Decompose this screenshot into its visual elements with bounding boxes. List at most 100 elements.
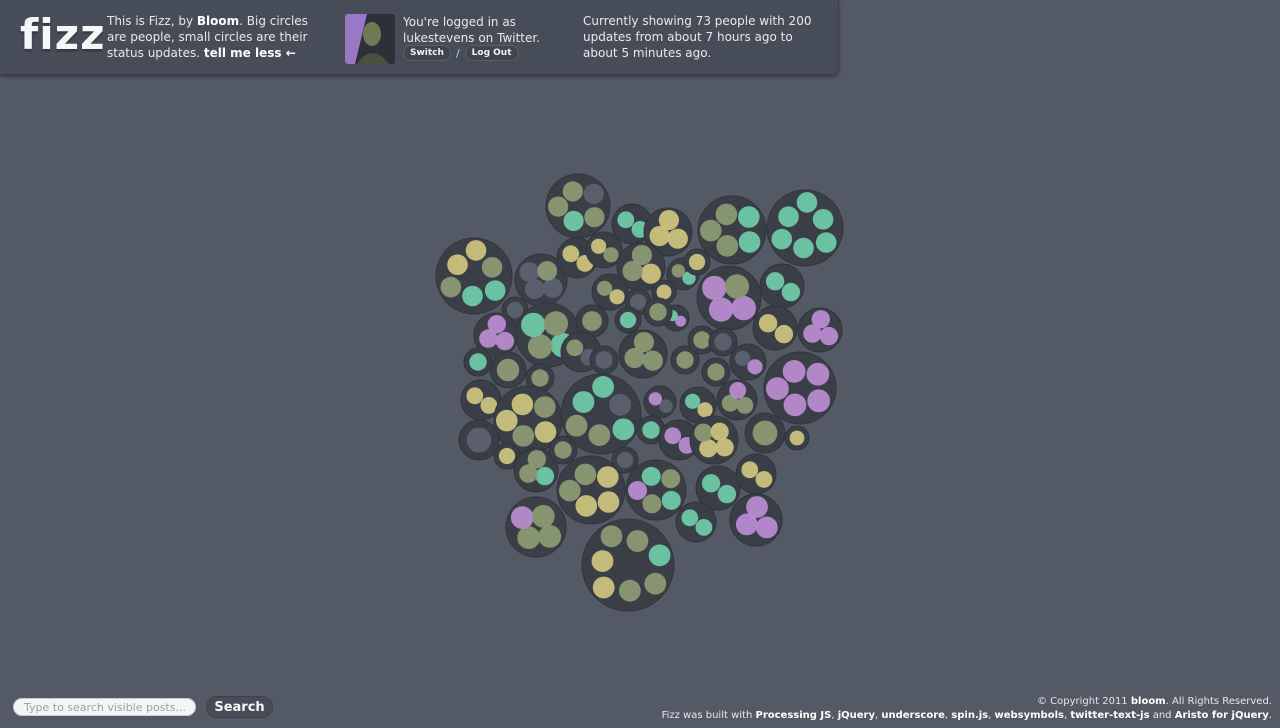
- status-update-circle[interactable]: [447, 254, 468, 275]
- status-update-circle[interactable]: [688, 253, 706, 271]
- status-update-circle[interactable]: [511, 393, 534, 416]
- person-circle[interactable]: [505, 496, 567, 558]
- status-update-circle[interactable]: [612, 418, 635, 441]
- status-update-circle[interactable]: [758, 314, 778, 333]
- status-update-circle[interactable]: [543, 311, 569, 336]
- status-update-circle[interactable]: [811, 310, 830, 329]
- copyright-brand-link[interactable]: bloom: [1131, 696, 1166, 707]
- status-update-circle[interactable]: [738, 206, 760, 228]
- status-update-circle[interactable]: [531, 504, 555, 528]
- status-update-circle[interactable]: [752, 420, 778, 446]
- status-update-circle[interactable]: [685, 393, 701, 409]
- status-update-circle[interactable]: [715, 438, 734, 457]
- status-update-circle[interactable]: [707, 363, 725, 381]
- status-update-circle[interactable]: [676, 351, 694, 369]
- status-update-circle[interactable]: [695, 519, 713, 536]
- status-update-circle[interactable]: [591, 238, 607, 254]
- status-update-circle[interactable]: [741, 461, 759, 479]
- status-update-circle[interactable]: [656, 284, 672, 300]
- status-update-circle[interactable]: [807, 389, 831, 413]
- status-update-circle[interactable]: [498, 447, 516, 465]
- status-update-circle[interactable]: [510, 506, 534, 529]
- status-update-circle[interactable]: [642, 421, 660, 439]
- status-update-circle[interactable]: [681, 509, 699, 527]
- status-update-circle[interactable]: [542, 278, 563, 298]
- status-update-circle[interactable]: [661, 469, 681, 489]
- status-update-circle[interactable]: [597, 280, 613, 296]
- status-update-circle[interactable]: [527, 334, 553, 359]
- status-update-circle[interactable]: [548, 196, 569, 217]
- status-update-circle[interactable]: [487, 315, 506, 334]
- status-update-circle[interactable]: [747, 359, 763, 375]
- status-update-circle[interactable]: [575, 495, 598, 517]
- status-update-circle[interactable]: [771, 228, 793, 250]
- status-update-circle[interactable]: [694, 423, 713, 442]
- status-update-circle[interactable]: [582, 311, 602, 331]
- status-update-circle[interactable]: [708, 297, 734, 322]
- lib-link[interactable]: Aristo for jQuery: [1175, 710, 1269, 721]
- status-update-circle[interactable]: [648, 544, 671, 567]
- status-update-circle[interactable]: [699, 439, 718, 458]
- status-update-circle[interactable]: [617, 211, 635, 229]
- lib-link[interactable]: twitter-text-js: [1070, 710, 1149, 721]
- status-update-circle[interactable]: [591, 550, 614, 572]
- status-update-circle[interactable]: [554, 441, 572, 459]
- status-update-circle[interactable]: [534, 396, 556, 418]
- status-update-circle[interactable]: [440, 276, 462, 298]
- status-update-circle[interactable]: [521, 312, 546, 338]
- status-update-circle[interactable]: [746, 496, 768, 518]
- status-update-circle[interactable]: [649, 303, 667, 321]
- lib-link[interactable]: Processing JS: [755, 710, 831, 721]
- status-update-circle[interactable]: [583, 183, 604, 204]
- status-update-circle[interactable]: [640, 263, 661, 284]
- status-update-circle[interactable]: [667, 228, 688, 249]
- status-update-circle[interactable]: [628, 481, 647, 500]
- status-update-circle[interactable]: [697, 402, 713, 418]
- status-update-circle[interactable]: [574, 463, 597, 486]
- status-update-circle[interactable]: [701, 474, 721, 493]
- status-update-circle[interactable]: [496, 358, 520, 382]
- status-update-circle[interactable]: [729, 382, 747, 399]
- status-update-circle[interactable]: [531, 369, 549, 387]
- status-update-circle[interactable]: [664, 427, 682, 445]
- status-update-circle[interactable]: [559, 479, 581, 502]
- status-update-circle[interactable]: [731, 295, 756, 321]
- status-update-circle[interactable]: [609, 289, 625, 305]
- status-update-circle[interactable]: [563, 210, 584, 231]
- status-update-circle[interactable]: [755, 516, 778, 539]
- status-update-circle[interactable]: [815, 232, 837, 253]
- status-update-circle[interactable]: [693, 331, 711, 349]
- search-button[interactable]: Search: [206, 696, 273, 718]
- status-update-circle[interactable]: [469, 353, 487, 371]
- status-update-circle[interactable]: [702, 275, 727, 301]
- status-update-circle[interactable]: [538, 525, 562, 548]
- status-update-circle[interactable]: [603, 247, 619, 263]
- status-update-circle[interactable]: [715, 203, 738, 226]
- status-update-circle[interactable]: [710, 422, 729, 441]
- status-update-circle[interactable]: [642, 494, 662, 514]
- status-update-circle[interactable]: [783, 393, 807, 417]
- status-update-circle[interactable]: [524, 279, 545, 299]
- status-update-circle[interactable]: [595, 351, 613, 369]
- status-update-circle[interactable]: [466, 387, 484, 405]
- status-update-circle[interactable]: [717, 484, 737, 504]
- status-update-circle[interactable]: [626, 530, 649, 552]
- status-update-circle[interactable]: [506, 301, 524, 319]
- status-update-circle[interactable]: [819, 326, 839, 346]
- status-update-circle[interactable]: [495, 331, 515, 351]
- status-update-circle[interactable]: [584, 207, 605, 228]
- status-update-circle[interactable]: [537, 261, 558, 281]
- status-update-circle[interactable]: [736, 397, 754, 414]
- status-update-circle[interactable]: [609, 393, 631, 416]
- status-update-circle[interactable]: [484, 280, 506, 301]
- status-update-circle[interactable]: [496, 409, 518, 432]
- status-update-circle[interactable]: [714, 333, 732, 351]
- lib-link[interactable]: underscore: [881, 710, 945, 721]
- status-update-circle[interactable]: [755, 471, 773, 488]
- status-update-circle[interactable]: [781, 282, 801, 302]
- status-update-circle[interactable]: [633, 332, 655, 353]
- status-update-circle[interactable]: [592, 576, 615, 599]
- status-update-circle[interactable]: [782, 360, 806, 383]
- status-update-circle[interactable]: [565, 414, 588, 437]
- status-update-circle[interactable]: [481, 257, 503, 278]
